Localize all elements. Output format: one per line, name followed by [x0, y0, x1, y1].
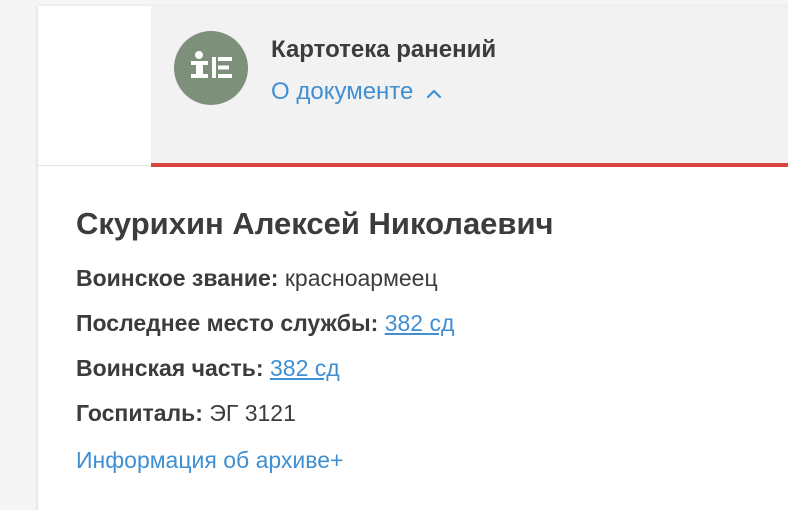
- page: Картотека ранений О документе Скурихин А…: [0, 0, 788, 510]
- field-rank: Воинское звание: красноармеец: [76, 265, 438, 292]
- wounded-card-icon: [174, 31, 248, 105]
- field-last-service-place-link[interactable]: 382 сд: [385, 310, 455, 336]
- about-document-toggle[interactable]: О документе: [271, 78, 442, 107]
- field-last-service-place: Последнее место службы: 382 сд: [76, 310, 454, 337]
- document-card: Картотека ранений О документе Скурихин А…: [38, 6, 788, 510]
- field-military-unit-label: Воинская часть:: [76, 355, 264, 381]
- about-document-label: О документе: [271, 78, 414, 105]
- field-military-unit: Воинская часть: 382 сд: [76, 355, 340, 382]
- header-divider: [38, 165, 151, 166]
- field-military-unit-link[interactable]: 382 сд: [270, 355, 340, 381]
- person-name: Скурихин Алексей Николаевич: [76, 206, 554, 241]
- field-last-service-place-label: Последнее место службы:: [76, 310, 379, 336]
- document-type-title: Картотека ранений: [271, 36, 497, 63]
- field-rank-value: красноармеец: [284, 265, 438, 291]
- document-header: Картотека ранений О документе: [151, 6, 788, 167]
- chevron-up-icon: [426, 79, 442, 107]
- field-hospital-value: ЭГ 3121: [209, 400, 296, 426]
- field-hospital: Госпиталь: ЭГ 3121: [76, 400, 296, 427]
- field-rank-label: Воинское звание:: [76, 265, 279, 291]
- field-hospital-label: Госпиталь:: [76, 400, 203, 426]
- archive-info-link[interactable]: Информация об архиве+: [76, 447, 343, 474]
